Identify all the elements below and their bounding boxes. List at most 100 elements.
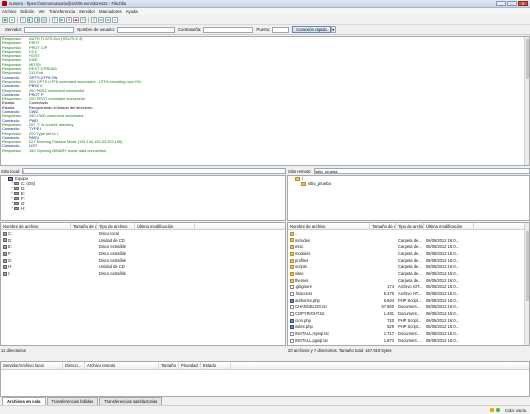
remote-file-scrollbar[interactable]: [524, 223, 529, 345]
file-row[interactable]: H: Unidad de CD: [1, 263, 285, 270]
queue-column-size[interactable]: Tamaño: [159, 362, 179, 369]
remote-directory-tree[interactable]: - / sitio_prueba: [287, 175, 530, 221]
process-queue-icon[interactable]: ▶: [59, 16, 65, 23]
column-filetype[interactable]: Tipo de archivo: [396, 223, 424, 229]
dropdown-arrow-icon[interactable]: ▾: [9, 16, 15, 23]
remote-path-input[interactable]: [313, 168, 530, 174]
file-row[interactable]: F: Disco extraíble: [1, 250, 285, 257]
column-modified[interactable]: Última modificación: [135, 223, 195, 229]
menu-ayuda[interactable]: Ayuda: [126, 9, 138, 14]
quickconnect-button[interactable]: Conexión rápida: [292, 26, 331, 33]
filter-icon[interactable]: ⚲: [91, 16, 97, 23]
column-filename[interactable]: Nombre de archivo: [1, 223, 71, 229]
file-row[interactable]: authorize.php 6.604 PHP Script... 06/05/201…: [288, 297, 529, 304]
file-row[interactable]: themes Carpeta de... 06/05/2012 16:0...: [288, 277, 529, 284]
file-name: ..: [295, 230, 298, 236]
menu-edicion[interactable]: Edición: [20, 9, 34, 14]
file-type: Carpeta de...: [398, 257, 422, 263]
file-row[interactable]: .htaccess 5.370 Archivo HT... 06/05/2012 16…: [288, 290, 529, 297]
local-path-input[interactable]: [22, 168, 286, 174]
local-file-list[interactable]: Nombre de archivo Tamaño de archivo Tipo…: [0, 222, 286, 346]
disconnect-icon[interactable]: ⏏: [73, 16, 79, 23]
column-filesize[interactable]: Tamaño de archivo: [71, 223, 97, 229]
cancel-icon[interactable]: ✕: [66, 16, 72, 23]
file-row[interactable]: sites Carpeta de... 06/05/2012 16:0...: [288, 270, 529, 277]
file-row[interactable]: includes Carpeta de... 06/05/2012 16:0...: [288, 237, 529, 244]
sync-browse-icon[interactable]: ⇆: [105, 16, 111, 23]
file-row[interactable]: cron.php 720 PHP Script... 06/05/2012 16:0.…: [288, 317, 529, 324]
tree-item[interactable]: + H:: [1, 206, 285, 211]
column-modified[interactable]: Última modificación: [424, 223, 474, 229]
reconnect-icon[interactable]: ⟲: [80, 16, 86, 23]
file-row[interactable]: ..: [288, 230, 529, 237]
file-row[interactable]: E: Disco extraíble: [1, 243, 285, 250]
close-button[interactable]: ✕: [518, 1, 528, 6]
queue-column-direction[interactable]: Direcci...: [63, 362, 85, 369]
scrollbar-thumb[interactable]: [526, 39, 529, 79]
file-modified: 06/05/2012 16:0...: [426, 317, 460, 323]
local-directory-tree[interactable]: - Equipo + C: (OS) + D: + E: + F: + G: + H:: [0, 175, 286, 221]
file-row[interactable]: I: Disco extraíble: [1, 270, 285, 277]
column-filename[interactable]: Nombre de archivo: [288, 223, 370, 229]
compare-icon[interactable]: ⇄: [98, 16, 104, 23]
refresh-icon[interactable]: ↻: [52, 16, 58, 23]
host-input[interactable]: [24, 26, 75, 33]
tree-item[interactable]: sitio_prueba: [288, 181, 529, 186]
file-row[interactable]: C: Disco local: [1, 230, 285, 237]
scrollbar-thumb[interactable]: [526, 231, 529, 301]
file-row[interactable]: .gitignore 174 Archivo GIT... 06/05/2012 16…: [288, 284, 529, 291]
file-name: authorize.php: [295, 297, 320, 303]
file-row[interactable]: COPYRIGHT.txt 1.481 Document... 06/05/2012 …: [288, 310, 529, 317]
minimize-button[interactable]: _: [496, 1, 506, 6]
file-row[interactable]: profiles Carpeta de... 06/05/2012 16:0...: [288, 257, 529, 264]
column-filesize[interactable]: Tamaño de archivo: [370, 223, 396, 229]
file-name: INSTALL.pgsql.txt: [295, 337, 328, 343]
file-row[interactable]: modules Carpeta de... 06/05/2012 16:0...: [288, 250, 529, 257]
file-type: Carpeta de...: [398, 237, 422, 243]
file-row[interactable]: INSTALL.pgsql.txt 1.874 Document... 06/05/2…: [288, 337, 529, 344]
menu-servidor[interactable]: Servidor: [79, 9, 95, 14]
file-row[interactable]: index.php 529 PHP Script... 06/05/2012 16:0…: [288, 324, 529, 331]
toggle-log-icon[interactable]: ≡: [20, 16, 26, 23]
site-manager-icon[interactable]: ▣: [2, 16, 8, 23]
file-row[interactable]: CHANGELOG.txt 67.660 Document... 06/05/2012…: [288, 304, 529, 311]
menu-transferencia[interactable]: Transferencia: [49, 9, 75, 14]
folder-icon: [290, 278, 294, 283]
menu-marcadores[interactable]: Marcadores: [99, 9, 122, 14]
queue-column-status[interactable]: Estado: [201, 362, 231, 369]
column-filetype[interactable]: Tipo de archivo: [97, 223, 135, 229]
toggle-queue-icon[interactable]: ▤: [41, 16, 47, 23]
remote-file-list[interactable]: Nombre de archivo Tamaño de archivo Tipo…: [287, 222, 530, 346]
toggle-remote-tree-icon[interactable]: ◨: [34, 16, 40, 23]
port-input[interactable]: [272, 26, 290, 33]
file-type: PHP Script...: [398, 297, 422, 303]
file-type: Carpeta de...: [398, 250, 422, 256]
queue-column-remote[interactable]: Archivo remoto: [85, 362, 159, 369]
search-icon[interactable]: ⌕: [112, 16, 118, 23]
username-input[interactable]: [116, 26, 175, 33]
transfer-queue[interactable]: Servidor/Archivo local Direcci... Archiv…: [0, 361, 530, 397]
folder-icon: [290, 258, 294, 263]
menu-ver[interactable]: Ver: [38, 9, 44, 14]
password-input[interactable]: [203, 26, 254, 33]
tab-successful-transfers[interactable]: Transferencias satisfactorias: [99, 397, 163, 405]
queue-column-local[interactable]: Servidor/Archivo local: [1, 362, 63, 369]
queue-column-priority[interactable]: Prioridad: [179, 362, 201, 369]
file-name: D:: [8, 237, 13, 243]
maximize-button[interactable]: □: [507, 1, 517, 6]
folder-icon: [290, 251, 294, 256]
file-row[interactable]: scripts Carpeta de... 06/05/2012 16:0...: [288, 263, 529, 270]
tab-failed-transfers[interactable]: Transferencias fallidas: [46, 397, 99, 405]
menu-archivo[interactable]: Archivo: [2, 9, 16, 14]
quickconnect-history-dropdown[interactable]: ▾: [330, 26, 336, 33]
toggle-local-tree-icon[interactable]: ◧: [27, 16, 33, 23]
message-log[interactable]: Respuesta: AUTH TLS/TLSv1 (SSL/TLS 4) Resp…: [0, 36, 530, 166]
file-row[interactable]: D: Unidad de CD: [1, 237, 285, 244]
file-row[interactable]: misc Carpeta de... 06/05/2012 16:0...: [288, 243, 529, 250]
tab-queued-files[interactable]: Archivos en cola: [2, 397, 46, 405]
file-row[interactable]: INSTALL.mysql.txt 1.717 Document... 06/05/2…: [288, 330, 529, 337]
file-name: themes: [295, 277, 309, 283]
drive-icon: [3, 265, 7, 270]
log-scrollbar[interactable]: [524, 37, 529, 165]
file-row[interactable]: G: Disco extraíble: [1, 257, 285, 264]
